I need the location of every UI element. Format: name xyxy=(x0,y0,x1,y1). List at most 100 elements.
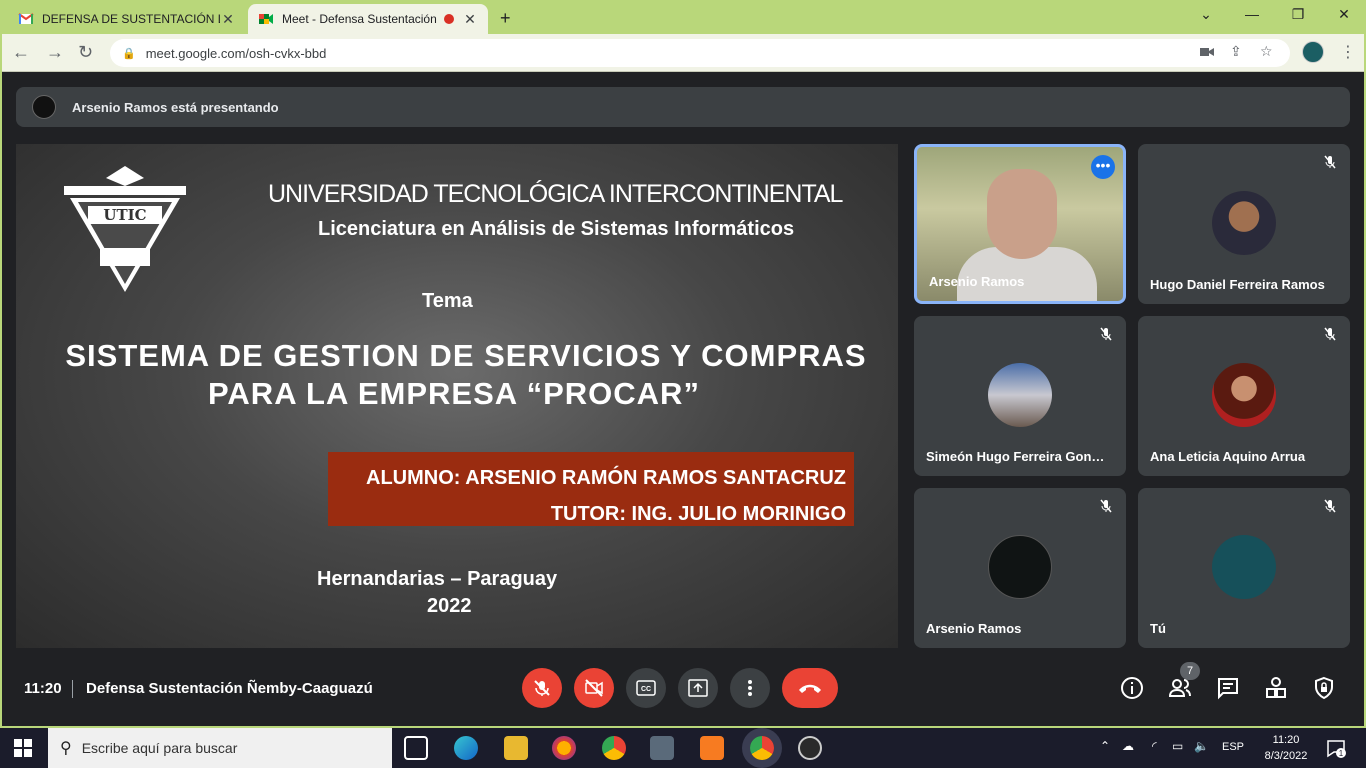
close-window-icon[interactable]: ✕ xyxy=(1324,6,1364,23)
tema-label: Tema xyxy=(422,290,473,312)
utic-logo: UTIC xyxy=(64,166,186,292)
participant-tile-self[interactable]: Tú xyxy=(1138,488,1350,648)
tutor-name: TUTOR: ING. JULIO MORINIGO xyxy=(550,503,846,525)
participant-name: Ana Leticia Aquino Arrua xyxy=(1150,449,1306,464)
search-placeholder: Escribe aquí para buscar xyxy=(81,740,238,756)
participant-name: Hugo Daniel Ferreira Ramos xyxy=(1150,277,1325,292)
participant-tile[interactable]: Hugo Daniel Ferreira Ramos xyxy=(1138,144,1350,304)
more-vert-icon xyxy=(748,680,752,696)
meeting-clock: 11:20 xyxy=(24,680,62,697)
minimize-icon[interactable]: — xyxy=(1232,6,1272,22)
taskbar-date: 8/3/2022 xyxy=(1264,750,1308,762)
bookmark-star-icon[interactable]: ☆ xyxy=(1260,43,1273,60)
activities-icon[interactable] xyxy=(1264,676,1288,700)
maximize-icon[interactable]: ❐ xyxy=(1278,6,1318,23)
participant-tile[interactable]: Simeón Hugo Ferreira Gon… xyxy=(914,316,1126,476)
camera-in-use-icon[interactable] xyxy=(1200,46,1214,58)
close-tab-icon[interactable]: ✕ xyxy=(462,11,478,28)
volume-icon[interactable]: 🔈 xyxy=(1194,739,1209,753)
divider xyxy=(72,680,73,698)
gmail-icon xyxy=(18,13,34,24)
firefox-icon[interactable] xyxy=(552,736,576,760)
browser-menu-icon[interactable]: ⋮ xyxy=(1340,42,1356,62)
mic-toggle-button[interactable] xyxy=(522,668,562,708)
host-controls-lock-icon[interactable] xyxy=(1312,676,1336,700)
share-icon[interactable]: ⇪ xyxy=(1230,43,1242,60)
battery-icon[interactable]: ▭ xyxy=(1172,739,1183,753)
more-options-icon[interactable]: ••• xyxy=(1091,155,1115,179)
student-name: ALUMNO: ARSENIO RAMÓN RAMOS SANTACRUZ xyxy=(366,467,846,489)
svg-text:CC: CC xyxy=(641,686,651,693)
mic-off-icon xyxy=(534,680,550,696)
captions-button[interactable]: CC xyxy=(626,668,666,708)
tab-meet[interactable]: Meet - Defensa Sustentación ✕ xyxy=(248,4,488,34)
obs-icon[interactable] xyxy=(798,736,822,760)
avatar xyxy=(1212,363,1276,427)
tab-title: DEFENSA DE SUSTENTACIÓN LIC xyxy=(42,12,220,26)
avatar xyxy=(1212,535,1276,599)
reload-icon[interactable]: ↻ xyxy=(78,42,93,63)
google-meet-icon xyxy=(259,14,273,24)
presentation-slide: UTIC UNIVERSIDAD TECNOLÓGICA INTERCONTIN… xyxy=(16,144,898,648)
place-text: Hernandarias – Paraguay xyxy=(317,568,558,590)
tab-gmail[interactable]: DEFENSA DE SUSTENTACIÓN LIC ✕ xyxy=(8,4,246,34)
task-view-icon[interactable] xyxy=(404,736,428,760)
taskbar-time: 11:20 xyxy=(1272,734,1300,746)
address-bar[interactable]: 🔒 meet.google.com/osh-cvkx-bbd ⇪ ☆ xyxy=(110,39,1290,67)
new-tab-plus-icon[interactable]: + xyxy=(500,8,511,29)
participant-name: Simeón Hugo Ferreira Gon… xyxy=(926,449,1105,464)
participant-name: Arsenio Ramos xyxy=(926,621,1022,636)
mic-off-icon xyxy=(1324,327,1336,341)
tab-search-chevron-icon[interactable]: ⌄ xyxy=(1186,6,1226,23)
camera-off-icon xyxy=(585,679,603,697)
leave-call-button[interactable] xyxy=(782,668,838,708)
file-explorer-icon[interactable] xyxy=(504,736,528,760)
taskbar-clock[interactable]: 11:20 8/3/2022 xyxy=(1250,732,1322,764)
browser-toolbar: ← → ↻ 🔒 meet.google.com/osh-cvkx-bbd ⇪ ☆… xyxy=(0,34,1366,72)
calculator-icon[interactable] xyxy=(650,736,674,760)
thesis-title-line-1: SISTEMA DE GESTION DE SERVICIOS Y COMPRA… xyxy=(65,338,867,373)
participant-tile[interactable]: Arsenio Ramos xyxy=(914,488,1126,648)
video-feed-face xyxy=(987,169,1057,259)
people-icon[interactable] xyxy=(1168,676,1192,700)
participant-tile[interactable]: Ana Leticia Aquino Arrua xyxy=(1138,316,1350,476)
meeting-details-info-icon[interactable] xyxy=(1120,676,1144,700)
search-icon: ⚲ xyxy=(60,740,72,757)
present-screen-button[interactable] xyxy=(678,668,718,708)
tab-title: Meet - Defensa Sustentación xyxy=(282,12,437,26)
chrome-active-icon[interactable] xyxy=(750,736,774,760)
back-arrow-icon[interactable]: ← xyxy=(12,42,30,63)
logo-text: UTIC xyxy=(103,206,146,224)
closed-captions-icon: CC xyxy=(636,680,656,696)
windows-start-icon[interactable] xyxy=(14,739,32,757)
wifi-icon[interactable]: ◜ xyxy=(1152,739,1157,753)
windows-taskbar: ⚲ Escribe aquí para buscar ⌃ ☁ ◜ ▭ 🔈 ESP… xyxy=(0,728,1366,768)
participant-tile-active-speaker[interactable]: ••• Arsenio Ramos xyxy=(914,144,1126,304)
profile-avatar[interactable] xyxy=(1302,41,1324,63)
edge-icon[interactable] xyxy=(454,736,478,760)
chrome-icon[interactable] xyxy=(602,736,626,760)
more-options-button[interactable] xyxy=(730,668,770,708)
xampp-icon[interactable] xyxy=(700,736,724,760)
avatar xyxy=(988,535,1052,599)
taskbar-search-box[interactable]: ⚲ Escribe aquí para buscar xyxy=(48,728,392,768)
close-tab-icon[interactable]: ✕ xyxy=(220,11,236,28)
year-text: 2022 xyxy=(427,595,472,617)
present-screen-icon xyxy=(688,679,708,697)
student-tutor-box: ALUMNO: ARSENIO RAMÓN RAMOS SANTACRUZ TU… xyxy=(328,452,854,526)
mic-off-icon xyxy=(1324,499,1336,513)
meet-control-bar: 11:20 Defensa Sustentación Ñemby-Caaguaz… xyxy=(0,662,1366,726)
show-hidden-icons-chevron-icon[interactable]: ⌃ xyxy=(1100,739,1110,753)
mic-off-icon xyxy=(1100,499,1112,513)
meet-stage: Arsenio Ramos está presentando UTIC UNIV… xyxy=(0,72,1366,726)
meeting-title: Defensa Sustentación Ñemby-Caaguazú xyxy=(86,680,373,697)
career-name: Licenciatura en Análisis de Sistemas Inf… xyxy=(318,218,795,240)
presenter-avatar xyxy=(32,95,56,119)
chat-icon[interactable] xyxy=(1216,676,1240,700)
camera-toggle-button[interactable] xyxy=(574,668,614,708)
notifications-icon[interactable]: 1 xyxy=(1326,738,1346,758)
hang-up-icon xyxy=(799,684,821,693)
onedrive-cloud-icon[interactable]: ☁ xyxy=(1122,739,1134,753)
input-language[interactable]: ESP xyxy=(1222,741,1244,753)
forward-arrow-icon[interactable]: → xyxy=(46,42,64,63)
